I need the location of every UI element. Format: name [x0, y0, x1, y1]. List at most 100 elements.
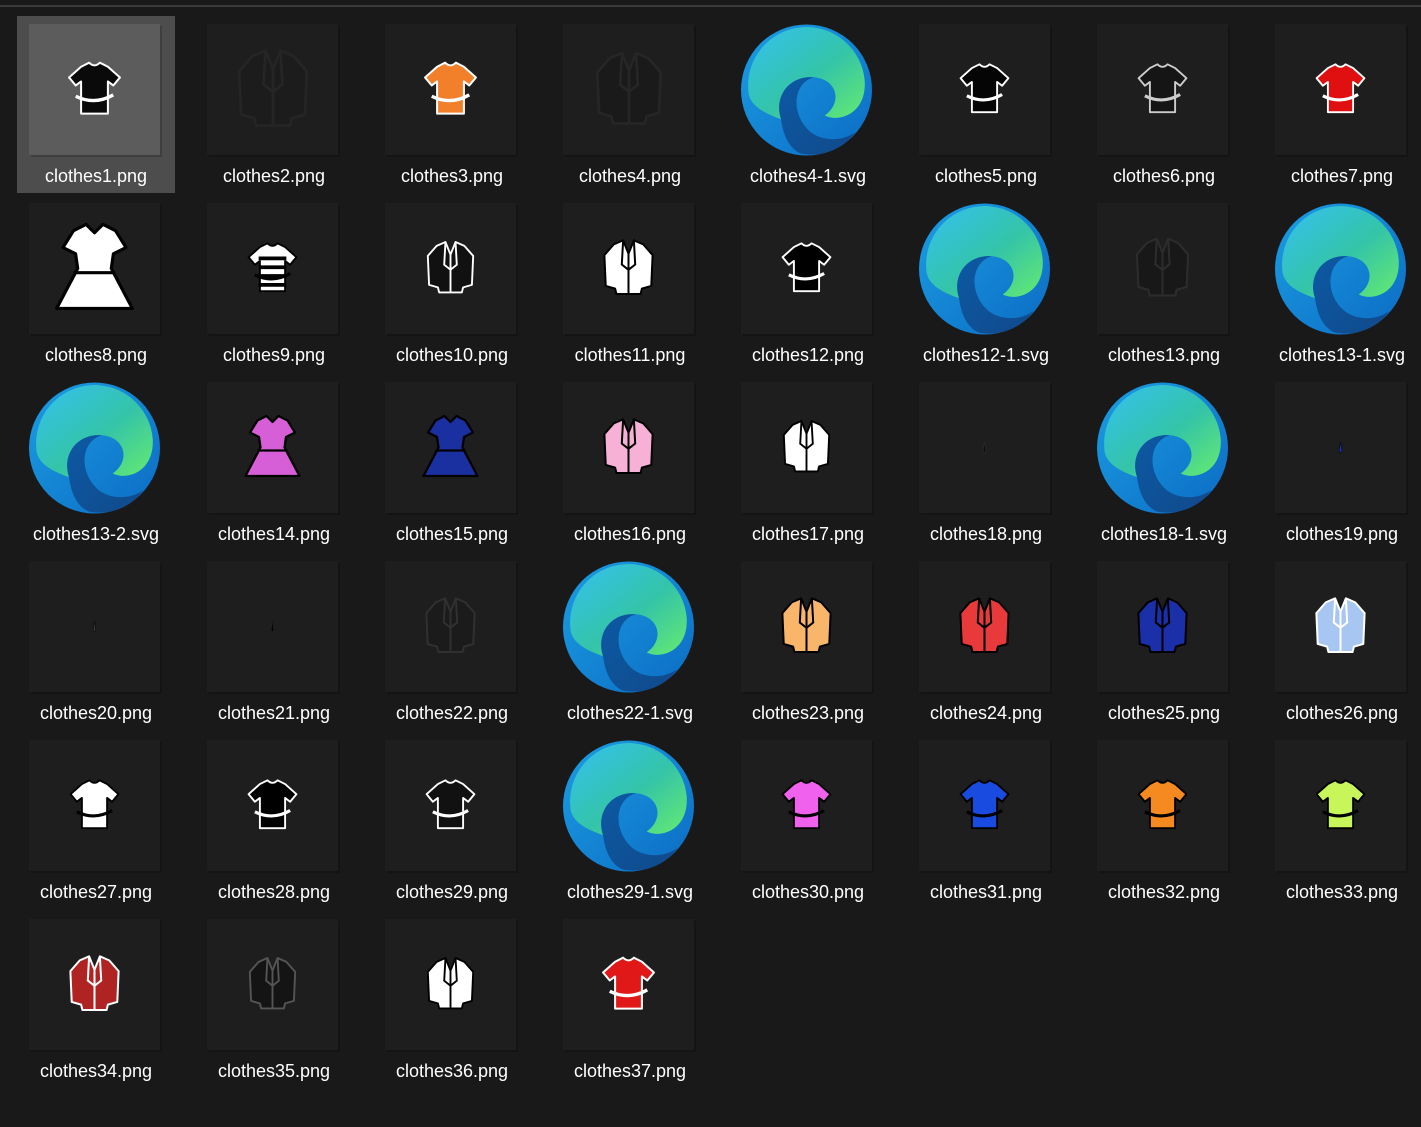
file-item[interactable]: clothes4.png — [551, 16, 709, 193]
file-item[interactable]: clothes5.png — [907, 16, 1065, 193]
file-thumbnail — [207, 382, 338, 513]
file-name-label: clothes37.png — [573, 1061, 687, 1081]
file-name-label: clothes28.png — [217, 882, 331, 902]
white-jacket-icon — [603, 239, 654, 295]
file-item[interactable]: clothes33.png — [1263, 732, 1421, 909]
file-thumbnail — [29, 919, 160, 1050]
edge-icon — [919, 203, 1050, 334]
file-item[interactable]: clothes4-1.svg — [729, 16, 887, 193]
edge-icon — [1275, 203, 1406, 334]
file-name-label: clothes8.png — [44, 345, 148, 365]
file-item[interactable]: clothes2.png — [195, 16, 353, 193]
file-item[interactable]: clothes13-2.svg — [17, 374, 175, 551]
file-item[interactable]: clothes23.png — [729, 553, 887, 730]
white-shirt-icon — [69, 779, 120, 830]
file-item[interactable]: clothes7.png — [1263, 16, 1421, 193]
file-name-label: clothes26.png — [1285, 703, 1399, 723]
file-name-label: clothes22-1.svg — [566, 703, 694, 723]
file-item[interactable]: clothes18.png — [907, 374, 1065, 551]
file-item[interactable]: clothes10.png — [373, 195, 531, 372]
file-name-label: clothes19.png — [1285, 524, 1399, 544]
file-item[interactable]: clothes15.png — [373, 374, 531, 551]
file-item[interactable]: clothes20.png — [17, 553, 175, 730]
file-thumbnail — [1097, 740, 1228, 871]
file-name-label: clothes20.png — [39, 703, 153, 723]
file-grid: clothes1.png clothes2.png clothes3.png c… — [17, 16, 1421, 1090]
file-item[interactable]: clothes9.png — [195, 195, 353, 372]
file-thumbnail — [563, 740, 694, 871]
file-item[interactable]: clothes11.png — [551, 195, 709, 372]
pink-jacket-icon — [603, 418, 654, 474]
file-thumbnail — [207, 740, 338, 871]
file-thumbnail — [29, 382, 160, 513]
file-item[interactable]: clothes29-1.svg — [551, 732, 709, 909]
file-name-label: clothes7.png — [1290, 166, 1394, 186]
file-item[interactable]: clothes13.png — [1085, 195, 1243, 372]
file-item[interactable]: clothes12-1.svg — [907, 195, 1065, 372]
file-name-label: clothes21.png — [217, 703, 331, 723]
file-thumbnail — [1097, 561, 1228, 692]
file-item[interactable]: clothes32.png — [1085, 732, 1243, 909]
file-thumbnail — [207, 919, 338, 1050]
dark-jacket-icon — [425, 597, 476, 653]
file-item[interactable]: clothes8.png — [17, 195, 175, 372]
file-item[interactable]: clothes30.png — [729, 732, 887, 909]
file-item[interactable]: clothes14.png — [195, 374, 353, 551]
file-item[interactable]: clothes25.png — [1085, 553, 1243, 730]
file-item[interactable]: clothes6.png — [1085, 16, 1243, 193]
dark-jacket-icon — [595, 51, 662, 125]
file-thumbnail — [385, 203, 516, 334]
file-item[interactable]: clothes27.png — [17, 732, 175, 909]
black-shirt-icon — [425, 779, 476, 830]
file-item[interactable]: clothes26.png — [1263, 553, 1421, 730]
file-item[interactable]: clothes31.png — [907, 732, 1065, 909]
file-item[interactable]: clothes34.png — [17, 911, 175, 1088]
file-thumbnail — [919, 24, 1050, 155]
file-name-label: clothes30.png — [751, 882, 865, 902]
file-name-label: clothes4-1.svg — [749, 166, 867, 186]
file-item[interactable]: clothes18-1.svg — [1085, 374, 1243, 551]
file-item[interactable]: clothes37.png — [551, 911, 709, 1088]
file-name-label: clothes27.png — [39, 882, 153, 902]
tie-icon — [270, 621, 275, 633]
file-thumbnail — [385, 24, 516, 155]
file-name-label: clothes4.png — [578, 166, 682, 186]
file-thumbnail — [1097, 203, 1228, 334]
file-thumbnail — [563, 919, 694, 1050]
red-shirt-icon — [1315, 63, 1366, 114]
file-item[interactable]: clothes12.png — [729, 195, 887, 372]
blue-shirt-icon — [959, 779, 1010, 830]
file-item[interactable]: clothes21.png — [195, 553, 353, 730]
file-thumbnail — [741, 382, 872, 513]
file-item[interactable]: clothes16.png — [551, 374, 709, 551]
file-name-label: clothes9.png — [222, 345, 326, 365]
dark-jacket-icon — [248, 957, 297, 1010]
file-thumbnail — [919, 203, 1050, 334]
edge-icon — [29, 382, 160, 513]
file-item[interactable]: clothes24.png — [907, 553, 1065, 730]
file-thumbnail — [1275, 382, 1406, 513]
file-thumbnail — [207, 203, 338, 334]
file-thumbnail — [385, 740, 516, 871]
file-item[interactable]: clothes1.png — [17, 16, 175, 193]
title-bar-divider — [0, 5, 1421, 7]
file-item[interactable]: clothes36.png — [373, 911, 531, 1088]
file-item[interactable]: clothes17.png — [729, 374, 887, 551]
file-name-label: clothes10.png — [395, 345, 509, 365]
file-thumbnail — [29, 561, 160, 692]
file-item[interactable]: clothes13-1.svg — [1263, 195, 1421, 372]
file-thumbnail — [385, 919, 516, 1050]
file-item[interactable]: clothes22.png — [373, 553, 531, 730]
edge-icon — [741, 24, 872, 155]
file-thumbnail — [563, 24, 694, 155]
file-name-label: clothes22.png — [395, 703, 509, 723]
file-item[interactable]: clothes35.png — [195, 911, 353, 1088]
file-name-label: clothes32.png — [1107, 882, 1221, 902]
file-item[interactable]: clothes22-1.svg — [551, 553, 709, 730]
orange-shirt-icon — [424, 61, 477, 115]
file-item[interactable]: clothes19.png — [1263, 374, 1421, 551]
white-jacket-icon — [426, 957, 475, 1010]
file-item[interactable]: clothes29.png — [373, 732, 531, 909]
file-item[interactable]: clothes28.png — [195, 732, 353, 909]
file-item[interactable]: clothes3.png — [373, 16, 531, 193]
